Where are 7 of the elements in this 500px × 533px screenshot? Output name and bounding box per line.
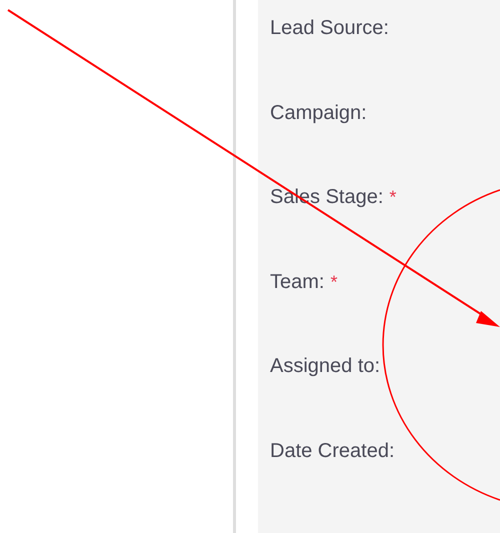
required-mark: * xyxy=(389,186,396,209)
field-label: Date Created: xyxy=(270,438,395,462)
field-label: Lead Source: xyxy=(270,16,389,40)
required-mark: * xyxy=(330,270,338,294)
field-label: Campaign: xyxy=(270,100,367,124)
field-label: Team: xyxy=(270,270,324,294)
field-label: Assigned to: xyxy=(270,354,380,378)
